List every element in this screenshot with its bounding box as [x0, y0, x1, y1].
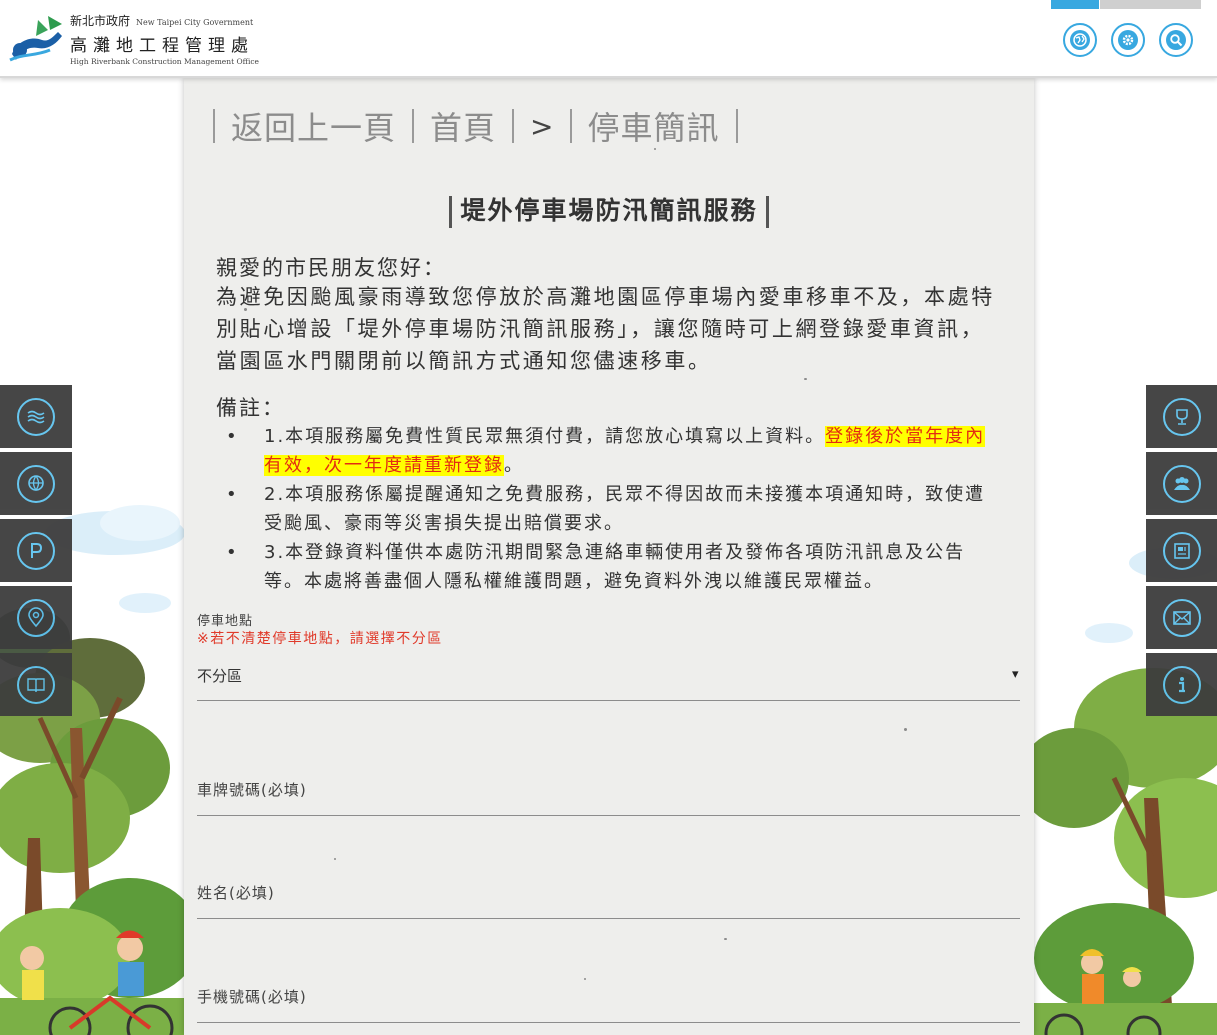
logo-gov-zh: 新北市政府: [70, 14, 131, 28]
paper-speck: [804, 378, 807, 380]
page-title: 堤外停車場防汛簡訊服務: [184, 191, 1034, 228]
title-bar-right: [765, 196, 769, 228]
group-icon: [1163, 464, 1201, 503]
breadcrumb-arrow: >: [530, 109, 554, 143]
breadcrumb-separator: [412, 109, 415, 143]
plate-number-label: 車牌號碼(必填): [197, 781, 307, 799]
parking-icon: [17, 531, 55, 570]
right-menu-item-group[interactable]: [1146, 452, 1217, 515]
logo-text: 新北市政府 New Taipei City Government 高灘地工程管理處…: [70, 12, 259, 66]
name-label: 姓名(必填): [197, 884, 275, 902]
location-pin-icon: [17, 598, 55, 637]
title-bar-left: [449, 196, 453, 228]
site-header: 新北市政府 New Taipei City Government 高灘地工程管理處…: [0, 0, 1217, 78]
phone-label: 手機號碼(必填): [197, 988, 307, 1006]
right-menu-item-info[interactable]: [1146, 653, 1217, 716]
plate-number-input[interactable]: [197, 815, 1020, 816]
left-menu-item-book[interactable]: [0, 653, 72, 716]
note-item: 3.本登錄資料僅供本處防汛期間緊急連絡車輛使用者及發佈各項防汛訊息及公告等。本處…: [226, 538, 996, 596]
language-button[interactable]: [1063, 23, 1097, 57]
name-input[interactable]: [197, 918, 1020, 919]
parking-location-hint: ※若不清楚停車地點，請選擇不分區: [197, 631, 443, 647]
left-menu-item-parking[interactable]: [0, 519, 72, 582]
book-icon: [17, 665, 55, 704]
notes-list: 1.本項服務屬免費性質民眾無須付費，請您放心填寫以上資料。登錄後於當年度內有效，…: [226, 422, 996, 596]
phone-input[interactable]: [197, 1022, 1020, 1023]
parking-location-label: 停車地點: [197, 614, 254, 629]
page-title-text: 堤外停車場防汛簡訊服務: [460, 196, 758, 225]
gear-icon: [1118, 30, 1138, 50]
logo-office-en: High Riverbank Construction Management O…: [70, 57, 259, 66]
breadcrumb-current[interactable]: 停車簡訊: [588, 103, 720, 149]
globe-icon: [1070, 30, 1090, 50]
logo-office-zh: 高灘地工程管理處: [70, 36, 254, 56]
info-icon: [1163, 665, 1201, 704]
breadcrumb-separator: [213, 109, 215, 143]
site-logo[interactable]: 新北市政府 New Taipei City Government 高灘地工程管理處…: [8, 10, 259, 66]
right-menu-item-mail[interactable]: [1146, 586, 1217, 649]
search-button[interactable]: [1159, 23, 1193, 57]
top-gray-bar: [1100, 0, 1201, 9]
breadcrumb: 返回上一頁 首頁 > 停車簡訊: [197, 103, 754, 149]
main-content: 返回上一頁 首頁 > 停車簡訊 堤外停車場防汛簡訊服務 親愛的市民朋友您好： 為…: [184, 78, 1034, 1035]
greeting-text: 親愛的市民朋友您好：: [216, 256, 446, 280]
back-link[interactable]: 返回上一頁: [231, 103, 396, 149]
right-menu-item-news[interactable]: [1146, 519, 1217, 582]
logo-mark-icon: [9, 16, 62, 62]
intro-paragraph: 為避免因颱風豪雨導致您停放於高灘地園區停車場內愛車移車不及，本處特別貼心增設「堤…: [216, 285, 995, 373]
home-link[interactable]: 首頁: [430, 103, 496, 149]
paper-speck: [584, 978, 586, 980]
logo-gov-en: New Taipei City Government: [136, 18, 254, 27]
mail-icon: [1163, 598, 1201, 637]
paper-speck: [724, 938, 727, 940]
breadcrumb-separator: [512, 109, 515, 143]
parking-location-select[interactable]: 不分區: [197, 665, 242, 686]
search-icon: [1166, 30, 1186, 50]
top-accent-bar: [1051, 0, 1099, 9]
settings-button[interactable]: [1111, 23, 1145, 57]
parking-select-underline: [197, 700, 1020, 701]
note-item: 2.本項服務係屬提醒通知之免費服務，民眾不得因故而未接獲本項通知時，致使遭受颱風…: [226, 480, 996, 538]
left-menu-item-globe[interactable]: [0, 452, 72, 515]
paper-speck: [334, 858, 336, 860]
paper-speck: [904, 728, 907, 731]
breadcrumb-separator: [735, 109, 738, 143]
globe-people-icon: [17, 464, 55, 503]
news-icon: [1163, 531, 1201, 570]
trophy-icon: [1163, 397, 1201, 436]
chevron-down-icon[interactable]: ▾: [1012, 667, 1019, 682]
notes-title: 備註：: [216, 396, 285, 420]
left-menu-item-location[interactable]: [0, 586, 72, 649]
left-menu-item-water[interactable]: [0, 385, 72, 448]
note-item: 1.本項服務屬免費性質民眾無須付費，請您放心填寫以上資料。登錄後於當年度內有效，…: [226, 422, 996, 480]
breadcrumb-separator: [569, 109, 572, 143]
right-menu-item-trophy[interactable]: [1146, 385, 1217, 448]
waves-icon: [17, 397, 55, 436]
